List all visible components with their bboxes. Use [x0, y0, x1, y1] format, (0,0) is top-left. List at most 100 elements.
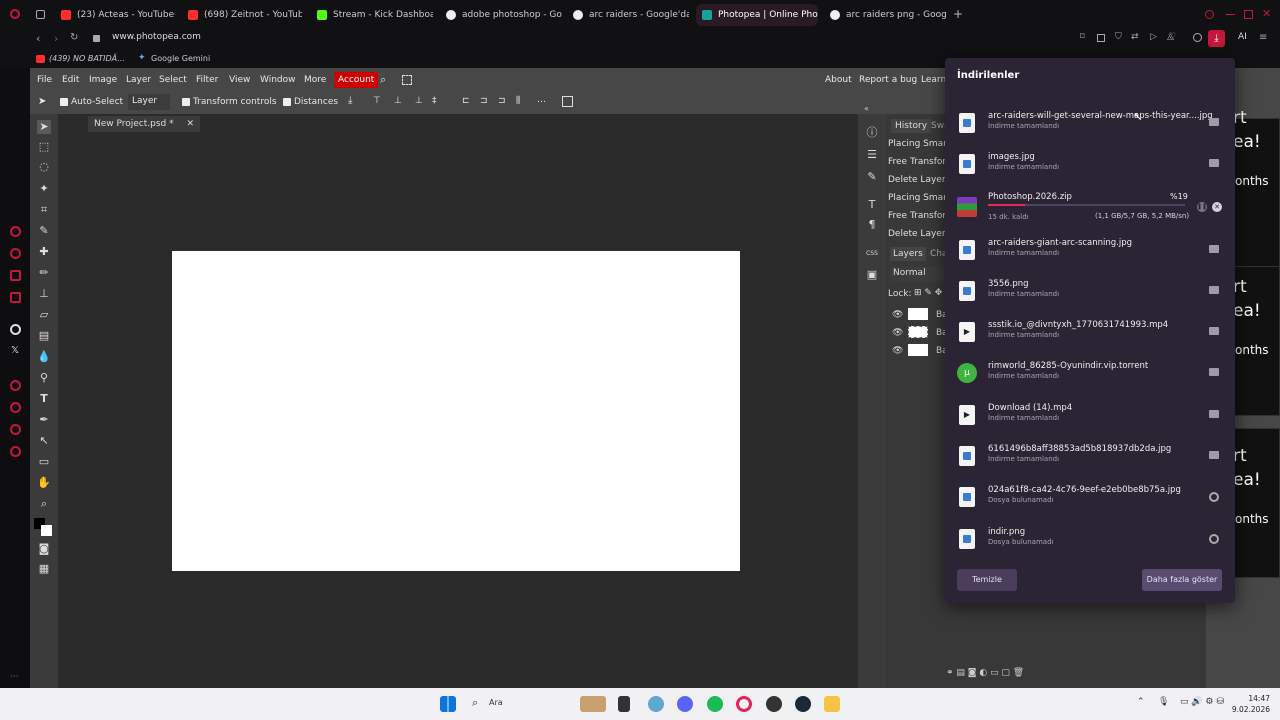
clear-downloads-button[interactable]: Temizle: [957, 569, 1017, 591]
minimize-button[interactable]: [1226, 14, 1235, 15]
file-explorer-icon[interactable]: [618, 696, 630, 712]
history-item[interactable]: Free Transfor: [888, 157, 946, 167]
align-icon[interactable]: ⊏: [462, 96, 470, 106]
ai-button[interactable]: AI: [1238, 32, 1247, 42]
new-tab-button[interactable]: +: [953, 7, 963, 21]
collapse-panel-icon[interactable]: «: [864, 104, 869, 113]
layers-footer-icons[interactable]: ⚭ ▤ ◙ ◐ ▭ ▢ 🗑: [946, 668, 1024, 678]
info-icon[interactable]: ⓘ: [865, 126, 879, 140]
sidebar-app-icon[interactable]: [10, 270, 21, 281]
folder-icon[interactable]: [1209, 368, 1219, 376]
history-item[interactable]: Delete Layer: [888, 175, 946, 185]
character-icon[interactable]: T: [865, 198, 879, 212]
path-select-icon[interactable]: ↖: [37, 434, 51, 448]
move-tool-icon[interactable]: ➤: [38, 96, 46, 107]
paragraph-icon[interactable]: ¶: [865, 218, 879, 232]
folder-icon[interactable]: [1209, 286, 1219, 294]
sidebar-app-icon[interactable]: [10, 226, 21, 237]
cancel-icon[interactable]: ✕: [1212, 202, 1222, 212]
clock[interactable]: 14:47 9.02.2026: [1232, 693, 1270, 715]
menu-window[interactable]: Window: [260, 75, 296, 85]
send-icon[interactable]: ▷: [1150, 32, 1157, 42]
eye-icon[interactable]: 👁: [892, 346, 903, 356]
settings-icon[interactable]: [10, 446, 21, 457]
history-icon[interactable]: [10, 402, 21, 413]
align-icon[interactable]: ⊥: [394, 96, 402, 106]
hand-tool-icon[interactable]: ✋: [37, 476, 51, 490]
eye-icon[interactable]: 👁: [892, 310, 903, 320]
eye-icon[interactable]: 👁: [892, 328, 903, 338]
taskbar-search[interactable]: Ara: [489, 698, 503, 707]
auto-select-checkbox[interactable]: [60, 98, 68, 106]
folder-icon[interactable]: [1209, 159, 1219, 167]
windows-start-icon[interactable]: [440, 696, 456, 712]
folder-icon[interactable]: [1209, 410, 1219, 418]
distribute-icon[interactable]: ⫼: [516, 96, 520, 106]
properties-icon[interactable]: ☰: [865, 148, 879, 162]
download-item[interactable]: ▶ Download (14).mp4 İndirme tamamlandı: [953, 397, 1229, 435]
translate-icon[interactable]: ⇄: [1131, 32, 1139, 42]
url-field[interactable]: www.photopea.com: [112, 32, 201, 42]
folder-icon[interactable]: [1209, 451, 1219, 459]
download-item[interactable]: 6161496b8aff38853ad5b818937db2da.jpg İnd…: [953, 438, 1229, 476]
chrome-icon[interactable]: [766, 696, 782, 712]
download-item[interactable]: 3556.png İndirme tamamlandı: [953, 273, 1229, 311]
widget-icon[interactable]: [580, 696, 606, 712]
app-icon[interactable]: [648, 696, 664, 712]
x-icon[interactable]: 𝕏: [11, 345, 19, 356]
document-tab[interactable]: New Project.psd * ✕: [88, 116, 201, 132]
discord-icon[interactable]: [677, 696, 693, 712]
bookmark-item[interactable]: (439) NO BATIDÃ...: [49, 54, 125, 63]
retry-icon[interactable]: [1209, 492, 1219, 502]
tab-overview-icon[interactable]: [36, 10, 45, 19]
browser-tab[interactable]: arc raiders png - Google'd: [824, 4, 946, 26]
align-icon[interactable]: ⤓: [348, 95, 352, 106]
crop-tool-icon[interactable]: ⌗: [37, 203, 51, 217]
browser-tab[interactable]: Stream - Kick Dashboard: [311, 4, 433, 26]
menu-image[interactable]: Image: [89, 75, 117, 85]
zoom-tool-icon[interactable]: ⌕: [37, 497, 51, 511]
layer-select-dropdown[interactable]: Layer: [128, 94, 170, 110]
menu-about[interactable]: About: [825, 75, 852, 85]
screen-mode-icon[interactable]: ▦: [37, 562, 51, 576]
healing-brush-icon[interactable]: ✚: [37, 245, 51, 259]
bookmark-icon[interactable]: ⌑: [1080, 32, 1085, 42]
pen-tool-icon[interactable]: ✒: [37, 413, 51, 427]
lock-icons[interactable]: ⊞ ✎ ✥: [914, 288, 942, 298]
more-icon[interactable]: ···: [10, 672, 19, 682]
folder-icon[interactable]: [1209, 327, 1219, 335]
history-item[interactable]: Placing Smart: [888, 139, 950, 149]
browser-tab[interactable]: arc raiders - Google'da A: [567, 4, 689, 26]
brush-tool-icon[interactable]: ✏: [37, 266, 51, 280]
brush-panel-icon[interactable]: ✎: [865, 170, 879, 184]
history-item[interactable]: Placing Smart: [888, 193, 950, 203]
blend-mode-dropdown[interactable]: Normal: [890, 267, 948, 281]
steam-icon[interactable]: [795, 696, 811, 712]
align-icon[interactable]: ‡: [432, 96, 437, 106]
menu-more[interactable]: More: [304, 75, 326, 85]
move-tool-icon[interactable]: ➤: [37, 120, 51, 134]
transform-controls-checkbox[interactable]: [182, 98, 190, 106]
tab-history[interactable]: History: [891, 119, 932, 133]
history-item[interactable]: Delete Layer: [888, 229, 946, 239]
fullscreen-icon[interactable]: [402, 75, 412, 85]
opera-menu-icon[interactable]: [10, 9, 20, 19]
distances-checkbox[interactable]: [283, 98, 291, 106]
stamp-tool-icon[interactable]: ⊥: [37, 287, 51, 301]
tray-icons[interactable]: ▭ 🔊 ⚙ ⛁: [1180, 697, 1224, 707]
folder-icon[interactable]: [824, 696, 840, 712]
lasso-tool-icon[interactable]: ◌: [37, 160, 51, 174]
menu-filter[interactable]: Filter: [196, 75, 218, 85]
shape-tool-icon[interactable]: ▭: [37, 455, 51, 469]
search-icon[interactable]: ⌕: [472, 696, 478, 710]
downloads-button[interactable]: ⤓: [1208, 30, 1225, 47]
align-icon[interactable]: ⊤: [373, 96, 381, 106]
heart-icon[interactable]: ♡: [1168, 32, 1176, 42]
menu-view[interactable]: View: [229, 75, 250, 85]
sidebar-app-icon[interactable]: [10, 248, 21, 259]
type-tool-icon[interactable]: T: [37, 392, 51, 406]
download-item[interactable]: ▶ ssstik.io_@divntyxh_1770631741993.mp4 …: [953, 314, 1229, 352]
blur-tool-icon[interactable]: 💧: [37, 350, 51, 364]
menu-icon[interactable]: ≡: [1259, 32, 1267, 43]
sidebar-app-icon[interactable]: [10, 292, 21, 303]
